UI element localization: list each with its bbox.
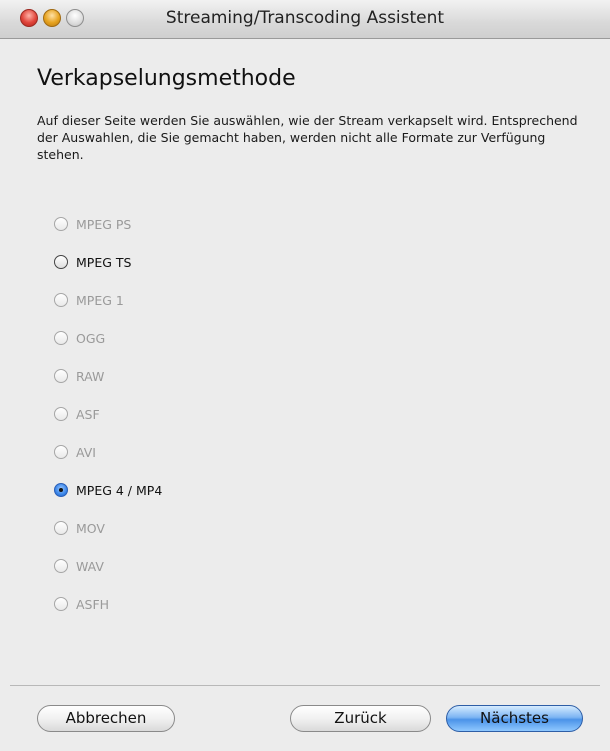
radio-button[interactable] [54, 445, 68, 459]
option-label: MPEG TS [76, 254, 132, 270]
option-mpeg-ts[interactable]: MPEG TS [54, 243, 354, 281]
encapsulation-options: MPEG PS MPEG TS MPEG 1 OGG RAW ASF AVI M… [54, 205, 354, 623]
radio-button[interactable] [54, 255, 68, 269]
option-label: ASFH [76, 596, 110, 612]
window-title: Streaming/Transcoding Assistent [165, 8, 445, 28]
option-label: MPEG PS [76, 216, 132, 232]
option-asfh[interactable]: ASFH [54, 585, 354, 623]
footer-divider [10, 685, 600, 686]
option-mpeg-ps[interactable]: MPEG PS [54, 205, 354, 243]
option-label: MOV [76, 520, 105, 536]
radio-button[interactable] [54, 407, 68, 421]
radio-button[interactable] [54, 559, 68, 573]
option-label: WAV [76, 558, 104, 574]
title-bar[interactable]: Streaming/Transcoding Assistent [0, 0, 610, 39]
radio-button[interactable] [54, 521, 68, 535]
option-label: OGG [76, 330, 106, 346]
radio-button[interactable] [54, 597, 68, 611]
option-raw[interactable]: RAW [54, 357, 354, 395]
cancel-button[interactable]: Abbrechen [37, 705, 175, 732]
back-button[interactable]: Zurück [290, 705, 431, 732]
option-label: RAW [76, 368, 105, 384]
page-heading: Verkapselungsmethode [37, 66, 296, 91]
radio-button[interactable] [54, 331, 68, 345]
option-label: ASF [76, 406, 100, 422]
option-ogg[interactable]: OGG [54, 319, 354, 357]
option-mpeg-1[interactable]: MPEG 1 [54, 281, 354, 319]
option-label: AVI [76, 444, 96, 460]
page-description: Auf dieser Seite werden Sie auswählen, w… [37, 113, 578, 162]
option-avi[interactable]: AVI [54, 433, 354, 471]
option-mov[interactable]: MOV [54, 509, 354, 547]
next-button[interactable]: Nächstes [446, 705, 583, 732]
radio-button[interactable] [54, 293, 68, 307]
option-wav[interactable]: WAV [54, 547, 354, 585]
option-label: MPEG 4 / MP4 [76, 482, 163, 498]
radio-button[interactable] [54, 217, 68, 231]
option-label: MPEG 1 [76, 292, 124, 308]
radio-button[interactable] [54, 483, 68, 497]
option-mpeg-4-mp4[interactable]: MPEG 4 / MP4 [54, 471, 354, 509]
option-asf[interactable]: ASF [54, 395, 354, 433]
assistant-window: Streaming/Transcoding Assistent Verkapse… [0, 0, 610, 751]
radio-button[interactable] [54, 369, 68, 383]
